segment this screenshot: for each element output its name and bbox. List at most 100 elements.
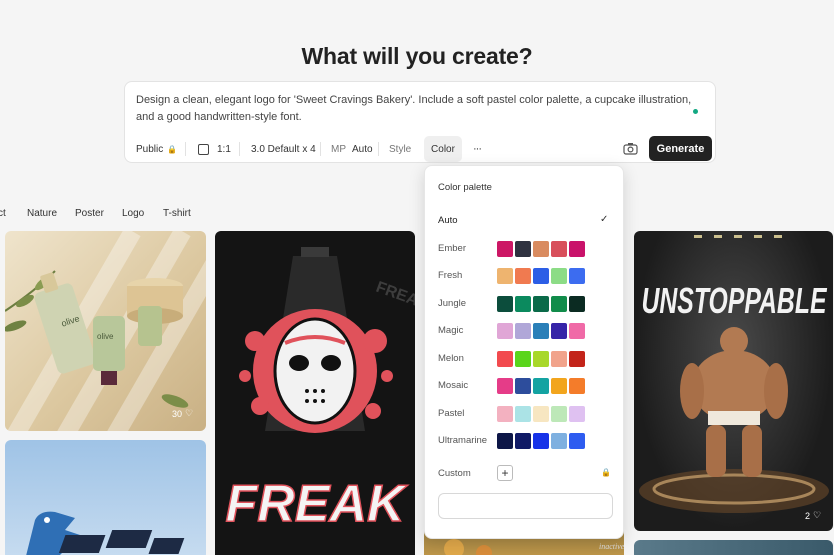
- divider: [185, 142, 186, 156]
- palette-option-label: Auto: [438, 215, 458, 226]
- gallery-card-unstoppable[interactable]: UNSTOPPABLE 2 ♡: [634, 231, 833, 531]
- palette-option-label: Jungle: [438, 297, 466, 309]
- dropdown-title: Color palette: [438, 182, 492, 193]
- card-caption: inactive: [599, 542, 624, 551]
- lock-icon: 🔒: [601, 468, 611, 477]
- custom-palette-input[interactable]: [438, 493, 613, 519]
- color-swatch: [533, 323, 549, 339]
- palette-swatches: [497, 295, 585, 312]
- svg-text:olive: olive: [97, 332, 114, 341]
- color-swatch: [533, 378, 549, 394]
- like-count[interactable]: 2 ♡: [805, 510, 821, 521]
- freak-title: FREAK: [225, 475, 408, 533]
- unstoppable-title: UNSTOPPABLE: [642, 280, 828, 321]
- lock-icon: 🔒: [167, 144, 178, 154]
- color-swatch: [551, 240, 567, 257]
- color-swatch: [533, 295, 549, 312]
- color-swatch: [497, 350, 513, 367]
- like-count-value: 30: [172, 408, 183, 419]
- category-item-poster[interactable]: Poster: [75, 208, 104, 219]
- color-swatch: [533, 240, 549, 257]
- model-button[interactable]: 3.0 Default x 4: [251, 136, 316, 162]
- aspect-ratio-button[interactable]: 1:1: [198, 136, 231, 162]
- prompt-textarea[interactable]: Design a clean, elegant logo for 'Sweet …: [136, 92, 696, 125]
- color-swatch: [551, 405, 567, 422]
- mp-label: MP: [331, 143, 346, 155]
- palette-option-label: Fresh: [438, 270, 463, 281]
- color-label: Color: [431, 143, 455, 155]
- color-swatch: [551, 350, 567, 367]
- palette-option-jungle[interactable]: Jungle: [425, 293, 625, 315]
- mp-button[interactable]: MP Auto: [331, 136, 373, 162]
- palette-option-magic[interactable]: Magic: [425, 320, 625, 342]
- square-icon: [198, 143, 209, 155]
- visibility-toggle[interactable]: Public 🔒: [136, 136, 177, 162]
- palette-swatches: [497, 350, 585, 367]
- camera-icon[interactable]: [623, 142, 638, 156]
- category-item-nature[interactable]: Nature: [27, 208, 57, 219]
- color-swatch: [551, 295, 567, 312]
- category-item-logo[interactable]: Logo: [122, 208, 144, 219]
- palette-option-label: Pastel: [438, 407, 465, 419]
- color-swatch: [515, 378, 531, 394]
- generate-button[interactable]: Generate: [649, 136, 712, 161]
- gallery-card-skincare[interactable]: olive olive 30 ♡: [5, 231, 206, 431]
- like-count[interactable]: 30 ♡: [172, 408, 193, 419]
- color-swatch: [551, 323, 567, 339]
- palette-option-melon[interactable]: Melon: [425, 348, 625, 370]
- color-swatch: [515, 433, 531, 449]
- color-swatch: [515, 268, 531, 284]
- color-swatch: [515, 295, 531, 312]
- check-icon: ✓: [600, 214, 609, 225]
- color-swatch: [569, 350, 585, 367]
- palette-swatches: [497, 268, 585, 284]
- more-icon[interactable]: ···: [473, 143, 482, 155]
- color-swatch: [569, 433, 585, 449]
- color-swatch: [497, 378, 513, 394]
- page-title: What will you create?: [301, 43, 533, 69]
- count-label: x 4: [302, 143, 316, 155]
- status-dot: [693, 109, 698, 114]
- palette-option-mosaic[interactable]: Mosaic: [425, 375, 625, 397]
- palette-option-pastel[interactable]: Pastel: [425, 403, 625, 425]
- unstoppable-image: UNSTOPPABLE: [639, 235, 829, 513]
- color-swatch: [569, 405, 585, 422]
- visibility-label: Public: [136, 143, 164, 155]
- color-swatch: [497, 240, 513, 257]
- prompt-box[interactable]: Design a clean, elegant logo for 'Sweet …: [124, 81, 716, 163]
- dinosaur-image: [26, 511, 185, 555]
- palette-swatches: [497, 378, 585, 394]
- palette-swatches: [497, 433, 585, 449]
- divider: [320, 142, 321, 156]
- color-swatch: [533, 268, 549, 284]
- palette-option-label: Ultramarine: [438, 435, 488, 446]
- style-label: Style: [389, 143, 412, 155]
- color-swatch: [533, 405, 549, 422]
- custom-palette-row[interactable]: Custom + 🔒: [425, 463, 625, 485]
- palette-option-ultramarine[interactable]: Ultramarine: [425, 430, 625, 452]
- palette-option-auto[interactable]: Auto ✓: [425, 210, 625, 232]
- color-swatch: [497, 295, 513, 312]
- style-button[interactable]: Style: [389, 136, 411, 162]
- custom-label: Custom: [438, 468, 471, 479]
- palette-option-ember[interactable]: Ember: [425, 238, 625, 260]
- color-swatch: [497, 268, 513, 284]
- color-swatch: [515, 323, 531, 339]
- color-palette-dropdown: Color palette Auto ✓ Ember Fresh Jungle Magic…: [424, 165, 624, 539]
- divider: [378, 142, 379, 156]
- gallery-card-freak[interactable]: FREAK FREAK: [215, 231, 415, 555]
- aspect-ratio-label: 1:1: [217, 143, 231, 155]
- add-color-button[interactable]: +: [497, 465, 513, 481]
- color-swatch: [515, 405, 531, 422]
- color-swatch: [551, 268, 567, 284]
- gallery-card-dinosaur[interactable]: [5, 440, 206, 555]
- palette-option-fresh[interactable]: Fresh: [425, 265, 625, 287]
- more-button[interactable]: ···: [473, 136, 482, 162]
- gallery-card-bottom-right[interactable]: [634, 540, 833, 555]
- category-item-tshirt[interactable]: T-shirt: [163, 208, 191, 219]
- color-button[interactable]: Color: [424, 136, 462, 162]
- model-label: 3.0 Default: [251, 143, 300, 155]
- heart-icon: ♡: [185, 408, 194, 418]
- category-item[interactable]: ct: [0, 208, 6, 219]
- palette-swatches: [497, 405, 585, 422]
